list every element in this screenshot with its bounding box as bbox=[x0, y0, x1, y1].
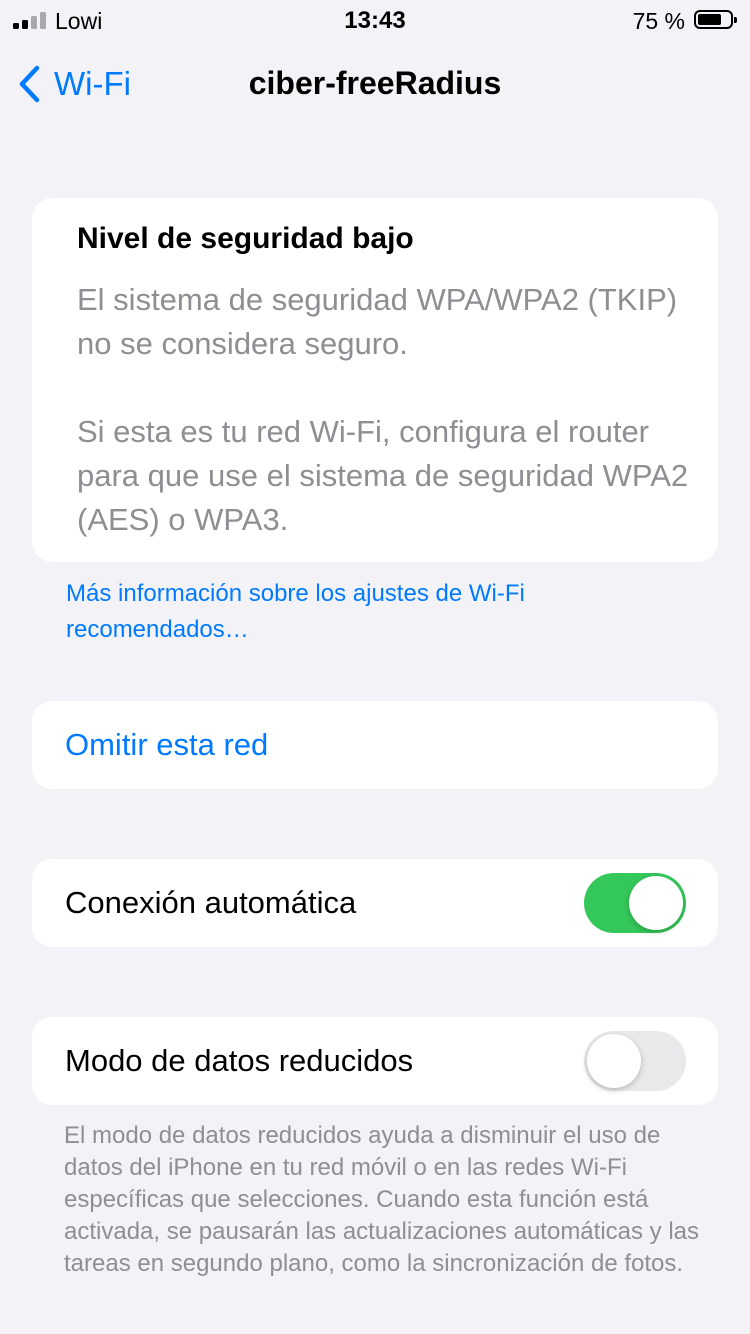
forget-network-button[interactable]: Omitir esta red bbox=[32, 701, 718, 789]
status-bar: Lowi 13:43 75 % bbox=[0, 0, 750, 40]
auto-join-row: Conexión automática bbox=[32, 859, 718, 947]
auto-join-toggle[interactable] bbox=[584, 873, 686, 933]
battery-fill bbox=[698, 14, 722, 25]
low-data-mode-label: Modo de datos reducidos bbox=[65, 1043, 414, 1078]
low-data-mode-footnote: El modo de datos reducidos ayuda a dismi… bbox=[64, 1122, 700, 1277]
page-title: ciber-freeRadius bbox=[248, 65, 502, 101]
low-data-mode-toggle[interactable] bbox=[584, 1031, 686, 1091]
security-warning-card: Nivel de seguridad bajo El sistema de se… bbox=[32, 198, 718, 562]
wifi-recommendations-link[interactable]: Más información sobre los ajustes de Wi-… bbox=[66, 576, 706, 648]
toggle-knob bbox=[587, 1034, 641, 1088]
security-warning-paragraph: Si esta es tu red Wi-Fi, configura el ro… bbox=[77, 414, 689, 537]
security-warning-title: Nivel de seguridad bajo bbox=[77, 222, 414, 255]
low-data-mode-row: Modo de datos reducidos bbox=[32, 1017, 718, 1105]
auto-join-label: Conexión automática bbox=[65, 885, 357, 920]
security-warning-text: El sistema de seguridad WPA/WPA2 (TKIP) … bbox=[77, 278, 697, 542]
battery-icon bbox=[694, 10, 737, 29]
battery-percentage: 75 % bbox=[632, 8, 685, 34]
toggle-knob bbox=[629, 876, 683, 930]
security-warning-paragraph: El sistema de seguridad WPA/WPA2 (TKIP) … bbox=[77, 282, 678, 361]
forget-network-label: Omitir esta red bbox=[65, 727, 269, 762]
